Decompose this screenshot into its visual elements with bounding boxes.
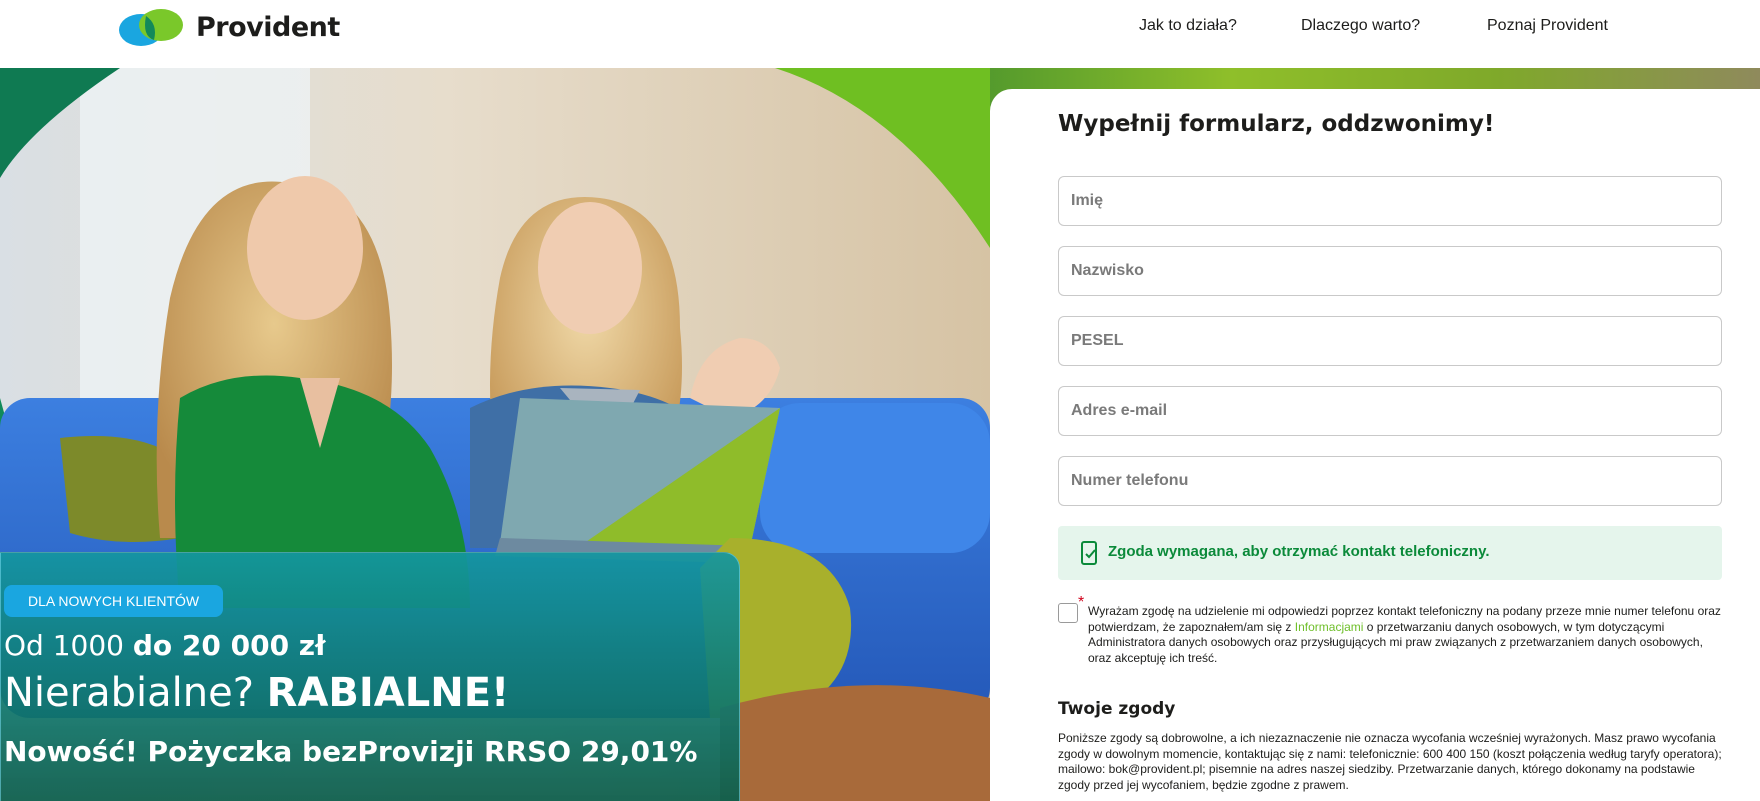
promo-offer: Nowość! Pożyczka bezProvizji RRSO 29,01% (4, 735, 698, 768)
phone-input[interactable] (1058, 456, 1722, 506)
amount-bold: do 20 000 zł (132, 629, 326, 662)
your-consents-text: Poniższe zgody są dobrowolne, a ich niez… (1058, 731, 1722, 792)
notice-text: Zgoda wymagana, aby otrzymać kontakt tel… (1108, 543, 1490, 560)
loan-amount-range: Od 1000 do 20 000 zł (4, 629, 326, 662)
form-title: Wypełnij formularz, oddzwonimy! (1058, 111, 1495, 137)
nav-how-it-works[interactable]: Jak to działa? (1139, 17, 1237, 35)
promo-slogan: Nierabialne? RABIALNE! (4, 670, 509, 716)
amount-prefix: Od 1000 (4, 629, 133, 662)
phone-consent-text: Wyrażam zgodę na udzielenie mi odpowiedz… (1088, 604, 1722, 666)
site-header: Provident Jak to działa? Dlaczego warto?… (0, 0, 1760, 68)
promo-panel: DLA NOWYCH KLIENTÓW Od 1000 do 20 000 zł… (0, 552, 740, 801)
last-name-input[interactable] (1058, 246, 1722, 296)
slogan-prefix: Nierabialne? (4, 670, 267, 716)
contact-form-card: Wypełnij formularz, oddzwonimy! Zgoda wy… (990, 89, 1760, 801)
email-input[interactable] (1058, 386, 1722, 436)
your-consents-title: Twoje zgody (1058, 699, 1176, 719)
information-link[interactable]: Informacjami (1295, 620, 1364, 634)
logo-text: Provident (196, 11, 340, 43)
first-name-input[interactable] (1058, 176, 1722, 226)
nav-why-worth-it[interactable]: Dlaczego warto? (1301, 17, 1420, 35)
provident-logo-icon (119, 9, 183, 46)
required-mark: * (1078, 594, 1085, 611)
phone-check-icon (1081, 541, 1097, 565)
new-clients-badge: DLA NOWYCH KLIENTÓW (4, 585, 224, 617)
consent-required-notice: Zgoda wymagana, aby otrzymać kontakt tel… (1058, 526, 1722, 580)
slogan-bold: RABIALNE! (266, 670, 510, 716)
provident-logo[interactable]: Provident (116, 6, 340, 48)
nav-about-provident[interactable]: Poznaj Provident (1487, 17, 1608, 35)
phone-consent-checkbox[interactable] (1058, 603, 1078, 623)
pesel-input[interactable] (1058, 316, 1722, 366)
